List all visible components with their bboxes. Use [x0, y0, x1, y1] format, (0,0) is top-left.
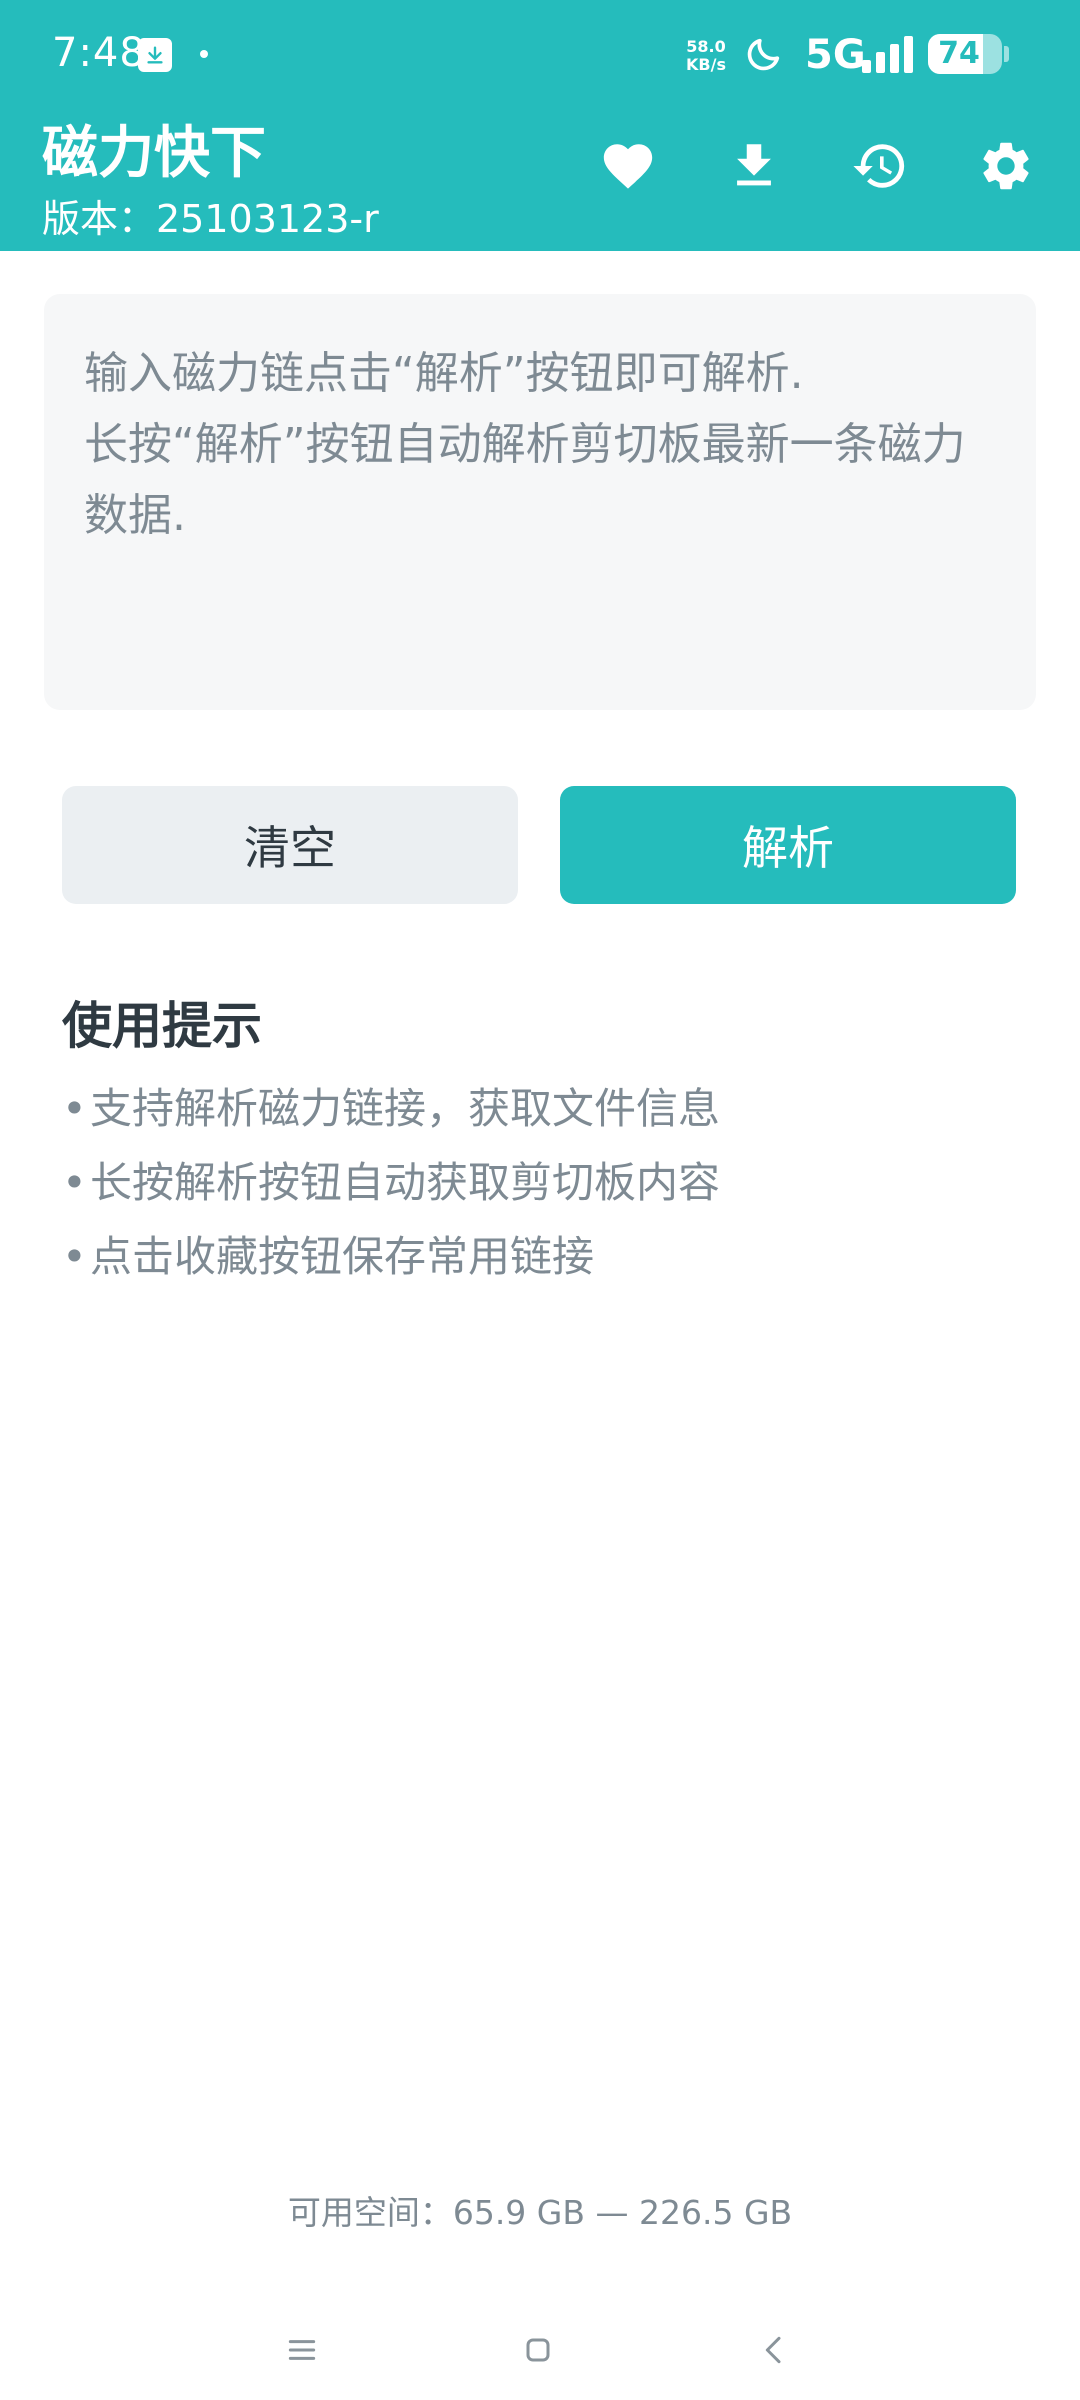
tip-item: •长按解析按钮自动获取剪切板内容 — [62, 1146, 720, 1220]
clear-button[interactable]: 清空 — [62, 786, 518, 904]
status-time: 7:48 — [52, 30, 146, 76]
bullet-point: • — [62, 1084, 87, 1133]
tips-title: 使用提示 — [62, 997, 262, 1055]
network-type: 5G — [805, 32, 866, 78]
header: 7:48 58.0 KB/s 5G 74 磁力快下 版本：25103123-r — [0, 0, 1080, 251]
battery-icon: 74 — [928, 34, 1002, 74]
bullet-point: • — [62, 1232, 87, 1281]
nav-home-button[interactable] — [508, 2320, 568, 2380]
download-notification-icon — [138, 38, 172, 72]
download-icon — [737, 144, 771, 186]
tip-text: 支持解析磁力链接，获取文件信息 — [90, 1084, 721, 1133]
home-square-icon — [526, 2338, 550, 2362]
network-speed-value: 58.0 — [686, 37, 726, 56]
history-button[interactable] — [844, 130, 916, 202]
parse-button[interactable]: 解析 — [560, 786, 1016, 904]
status-bar: 7:48 58.0 KB/s 5G 74 — [0, 0, 1080, 110]
menu-icon — [288, 2340, 316, 2360]
tips-list: •支持解析磁力链接，获取文件信息 •长按解析按钮自动获取剪切板内容 •点击收藏按… — [62, 1072, 720, 1294]
battery-level: 74 — [938, 36, 980, 71]
network-speed: 58.0 KB/s — [682, 38, 730, 74]
signal-icon — [862, 36, 913, 73]
notification-dot — [200, 50, 208, 58]
tip-text: 长按解析按钮自动获取剪切板内容 — [90, 1158, 721, 1207]
tip-item: •点击收藏按钮保存常用链接 — [62, 1220, 720, 1294]
app-title: 磁力快下 — [42, 121, 266, 186]
system-nav-bar — [0, 2300, 1080, 2400]
back-chevron-icon — [765, 2336, 781, 2364]
moon-icon — [747, 38, 780, 71]
gear-icon — [983, 142, 1029, 190]
heart-icon — [603, 144, 653, 189]
battery-tip — [1004, 46, 1009, 62]
network-speed-unit: KB/s — [686, 55, 726, 74]
app-screen: 7:48 58.0 KB/s 5G 74 磁力快下 版本：25103123-r … — [0, 0, 1080, 2400]
magnet-link-input[interactable] — [84, 338, 996, 666]
nav-back-button[interactable] — [744, 2320, 804, 2380]
nav-menu-button[interactable] — [272, 2320, 332, 2380]
favorites-button[interactable] — [592, 130, 664, 202]
bullet-point: • — [62, 1158, 87, 1207]
tip-text: 点击收藏按钮保存常用链接 — [90, 1232, 595, 1281]
magnet-input-container — [44, 294, 1036, 710]
history-icon — [853, 144, 905, 188]
downloads-button[interactable] — [718, 130, 790, 202]
settings-button[interactable] — [970, 130, 1042, 202]
tip-item: •支持解析磁力链接，获取文件信息 — [62, 1072, 720, 1146]
storage-info: 可用空间：65.9 GB — 226.5 GB — [287, 2193, 793, 2232]
app-version: 版本：25103123-r — [42, 197, 379, 241]
